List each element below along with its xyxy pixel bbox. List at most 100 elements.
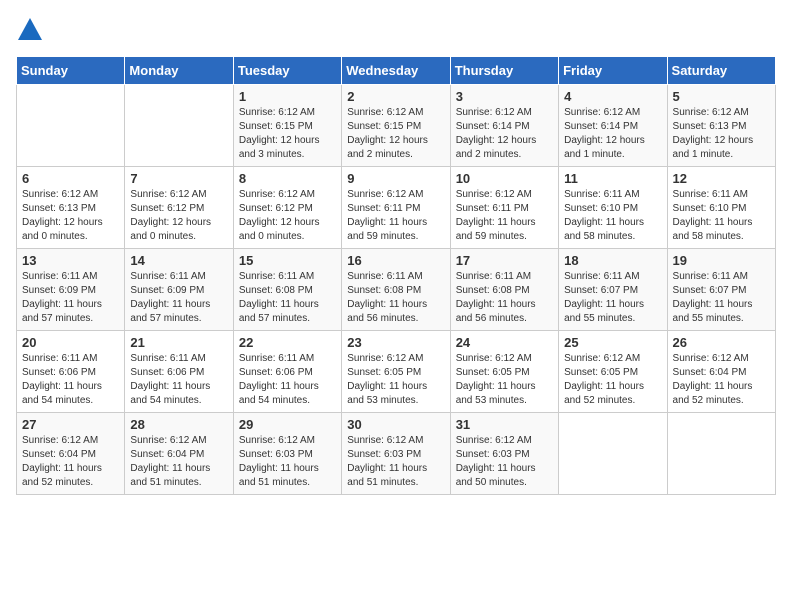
day-info: Sunrise: 6:12 AM Sunset: 6:14 PM Dayligh… [564,106,661,162]
day-info: Sunrise: 6:11 AM Sunset: 6:10 PM Dayligh… [673,188,770,244]
day-number: 10 [456,171,553,186]
calendar-cell: 23 Sunrise: 6:12 AM Sunset: 6:05 PM Dayli… [342,331,450,413]
day-info: Sunrise: 6:11 AM Sunset: 6:08 PM Dayligh… [456,270,553,326]
day-info: Sunrise: 6:11 AM Sunset: 6:07 PM Dayligh… [564,270,661,326]
calendar-header-row: SundayMondayTuesdayWednesdayThursdayFrid… [17,57,776,85]
header-tuesday: Tuesday [233,57,341,85]
day-info: Sunrise: 6:11 AM Sunset: 6:06 PM Dayligh… [130,352,227,408]
day-info: Sunrise: 6:12 AM Sunset: 6:14 PM Dayligh… [456,106,553,162]
day-number: 7 [130,171,227,186]
day-number: 13 [22,253,119,268]
calendar-week-row: 6 Sunrise: 6:12 AM Sunset: 6:13 PM Daylig… [17,167,776,249]
calendar-cell: 22 Sunrise: 6:11 AM Sunset: 6:06 PM Dayli… [233,331,341,413]
day-number: 30 [347,417,444,432]
header-sunday: Sunday [17,57,125,85]
calendar-cell [17,85,125,167]
day-number: 3 [456,89,553,104]
day-number: 23 [347,335,444,350]
day-info: Sunrise: 6:12 AM Sunset: 6:04 PM Dayligh… [130,434,227,490]
calendar-week-row: 13 Sunrise: 6:11 AM Sunset: 6:09 PM Dayli… [17,249,776,331]
day-info: Sunrise: 6:12 AM Sunset: 6:13 PM Dayligh… [673,106,770,162]
calendar-week-row: 20 Sunrise: 6:11 AM Sunset: 6:06 PM Dayli… [17,331,776,413]
day-info: Sunrise: 6:12 AM Sunset: 6:03 PM Dayligh… [239,434,336,490]
header-saturday: Saturday [667,57,775,85]
calendar-cell: 19 Sunrise: 6:11 AM Sunset: 6:07 PM Dayli… [667,249,775,331]
calendar-cell: 31Sunrise: 6:12 AM Sunset: 6:03 PM Dayli… [450,413,558,495]
calendar-cell [125,85,233,167]
day-info: Sunrise: 6:11 AM Sunset: 6:08 PM Dayligh… [347,270,444,326]
calendar-cell: 10 Sunrise: 6:12 AM Sunset: 6:11 PM Dayli… [450,167,558,249]
calendar-cell: 5 Sunrise: 6:12 AM Sunset: 6:13 PM Daylig… [667,85,775,167]
day-number: 19 [673,253,770,268]
calendar-cell: 26 Sunrise: 6:12 AM Sunset: 6:04 PM Dayli… [667,331,775,413]
calendar-cell: 29 Sunrise: 6:12 AM Sunset: 6:03 PM Dayli… [233,413,341,495]
header-wednesday: Wednesday [342,57,450,85]
day-info: Sunrise: 6:12 AM Sunset: 6:03 PM Dayligh… [456,434,553,490]
day-number: 5 [673,89,770,104]
day-number: 8 [239,171,336,186]
calendar-cell: 7 Sunrise: 6:12 AM Sunset: 6:12 PM Daylig… [125,167,233,249]
day-number: 25 [564,335,661,350]
day-number: 2 [347,89,444,104]
header-friday: Friday [559,57,667,85]
day-info: Sunrise: 6:12 AM Sunset: 6:11 PM Dayligh… [347,188,444,244]
day-info: Sunrise: 6:12 AM Sunset: 6:15 PM Dayligh… [239,106,336,162]
calendar-cell: 17Sunrise: 6:11 AM Sunset: 6:08 PM Dayli… [450,249,558,331]
day-number: 16 [347,253,444,268]
calendar-cell: 30 Sunrise: 6:12 AM Sunset: 6:03 PM Dayli… [342,413,450,495]
day-number: 14 [130,253,227,268]
calendar-cell: 11 Sunrise: 6:11 AM Sunset: 6:10 PM Dayli… [559,167,667,249]
calendar-cell: 21 Sunrise: 6:11 AM Sunset: 6:06 PM Dayli… [125,331,233,413]
day-info: Sunrise: 6:12 AM Sunset: 6:12 PM Dayligh… [130,188,227,244]
calendar-cell: 18 Sunrise: 6:11 AM Sunset: 6:07 PM Dayli… [559,249,667,331]
day-number: 20 [22,335,119,350]
day-info: Sunrise: 6:12 AM Sunset: 6:11 PM Dayligh… [456,188,553,244]
logo [16,16,48,44]
calendar-cell: 24Sunrise: 6:12 AM Sunset: 6:05 PM Dayli… [450,331,558,413]
calendar-cell: 28 Sunrise: 6:12 AM Sunset: 6:04 PM Dayli… [125,413,233,495]
calendar-cell: 15Sunrise: 6:11 AM Sunset: 6:08 PM Dayli… [233,249,341,331]
calendar-cell: 13 Sunrise: 6:11 AM Sunset: 6:09 PM Dayli… [17,249,125,331]
day-number: 26 [673,335,770,350]
day-info: Sunrise: 6:12 AM Sunset: 6:15 PM Dayligh… [347,106,444,162]
day-number: 4 [564,89,661,104]
calendar-cell: 12 Sunrise: 6:11 AM Sunset: 6:10 PM Dayli… [667,167,775,249]
calendar-cell: 3 Sunrise: 6:12 AM Sunset: 6:14 PM Daylig… [450,85,558,167]
day-info: Sunrise: 6:12 AM Sunset: 6:03 PM Dayligh… [347,434,444,490]
page-header [16,16,776,44]
day-number: 28 [130,417,227,432]
day-number: 24 [456,335,553,350]
calendar-cell: 8Sunrise: 6:12 AM Sunset: 6:12 PM Daylig… [233,167,341,249]
calendar-cell [559,413,667,495]
day-info: Sunrise: 6:11 AM Sunset: 6:10 PM Dayligh… [564,188,661,244]
day-info: Sunrise: 6:12 AM Sunset: 6:04 PM Dayligh… [673,352,770,408]
header-thursday: Thursday [450,57,558,85]
day-number: 18 [564,253,661,268]
day-number: 11 [564,171,661,186]
day-number: 21 [130,335,227,350]
calendar-table: SundayMondayTuesdayWednesdayThursdayFrid… [16,56,776,495]
day-number: 22 [239,335,336,350]
day-info: Sunrise: 6:12 AM Sunset: 6:05 PM Dayligh… [347,352,444,408]
day-number: 6 [22,171,119,186]
day-number: 12 [673,171,770,186]
calendar-cell: 9Sunrise: 6:12 AM Sunset: 6:11 PM Daylig… [342,167,450,249]
calendar-week-row: 1 Sunrise: 6:12 AM Sunset: 6:15 PM Daylig… [17,85,776,167]
calendar-cell: 1 Sunrise: 6:12 AM Sunset: 6:15 PM Daylig… [233,85,341,167]
calendar-cell: 27Sunrise: 6:12 AM Sunset: 6:04 PM Dayli… [17,413,125,495]
calendar-cell: 2 Sunrise: 6:12 AM Sunset: 6:15 PM Daylig… [342,85,450,167]
day-info: Sunrise: 6:12 AM Sunset: 6:13 PM Dayligh… [22,188,119,244]
day-number: 29 [239,417,336,432]
day-number: 1 [239,89,336,104]
calendar-cell: 4 Sunrise: 6:12 AM Sunset: 6:14 PM Daylig… [559,85,667,167]
calendar-cell: 16 Sunrise: 6:11 AM Sunset: 6:08 PM Dayli… [342,249,450,331]
day-info: Sunrise: 6:11 AM Sunset: 6:09 PM Dayligh… [22,270,119,326]
day-number: 15 [239,253,336,268]
calendar-week-row: 27Sunrise: 6:12 AM Sunset: 6:04 PM Dayli… [17,413,776,495]
day-info: Sunrise: 6:11 AM Sunset: 6:07 PM Dayligh… [673,270,770,326]
day-info: Sunrise: 6:12 AM Sunset: 6:05 PM Dayligh… [564,352,661,408]
day-info: Sunrise: 6:11 AM Sunset: 6:06 PM Dayligh… [239,352,336,408]
logo-icon [16,16,44,44]
header-monday: Monday [125,57,233,85]
calendar-cell [667,413,775,495]
